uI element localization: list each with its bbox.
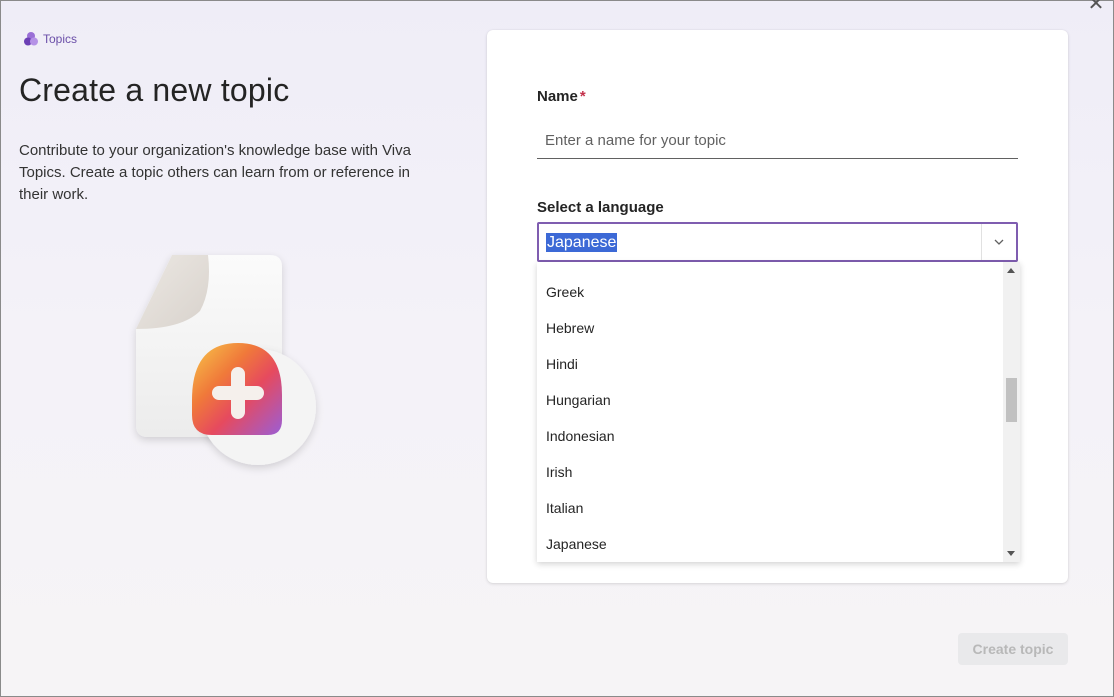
language-option[interactable]: Japanese <box>546 526 607 562</box>
language-option[interactable]: Irish <box>546 454 572 490</box>
close-icon[interactable]: ✕ <box>1086 0 1106 14</box>
app-tag-label: Topics <box>43 32 78 46</box>
language-option[interactable]: Italian <box>546 490 583 526</box>
name-label: Name * <box>537 88 586 105</box>
language-select[interactable]: Japanese <box>537 222 1018 262</box>
scroll-up-icon[interactable] <box>1007 268 1015 273</box>
language-option[interactable]: Hebrew <box>546 310 594 346</box>
language-options: Greek Hebrew Hindi Hungarian Indonesian … <box>537 262 1003 562</box>
app-tag: Topics <box>23 31 77 47</box>
language-selected-value: Japanese <box>546 233 618 252</box>
page-description: Contribute to your organization's knowle… <box>19 142 411 203</box>
topic-name-input[interactable] <box>537 123 1018 159</box>
page-title: Create a new topic <box>19 72 290 108</box>
required-marker: * <box>579 88 586 105</box>
language-option[interactable]: Hungarian <box>546 382 611 418</box>
name-label-text: Name <box>537 88 578 105</box>
chevron-down-icon <box>994 239 1004 245</box>
language-label: Select a language <box>537 199 664 216</box>
language-option[interactable]: Indonesian <box>546 418 615 454</box>
language-dropdown-list[interactable]: Greek Hebrew Hindi Hungarian Indonesian … <box>537 262 1020 562</box>
viva-topics-logo-icon <box>24 32 38 46</box>
dropdown-scrollbar[interactable] <box>1003 262 1020 562</box>
create-topic-button[interactable]: Create topic <box>958 633 1068 665</box>
scrollbar-thumb[interactable] <box>1006 378 1017 422</box>
language-option[interactable]: Greek <box>546 274 584 310</box>
language-dropdown-toggle[interactable] <box>981 224 1016 260</box>
language-option[interactable]: Hindi <box>546 346 578 382</box>
scroll-down-icon[interactable] <box>1007 551 1015 556</box>
new-topic-illustration <box>136 255 316 465</box>
